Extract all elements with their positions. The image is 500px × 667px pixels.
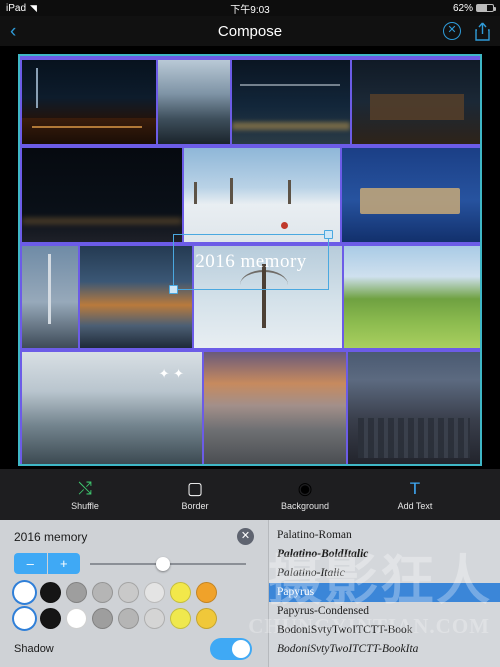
device-label: iPad bbox=[6, 2, 27, 14]
color-swatch[interactable] bbox=[66, 608, 87, 629]
color-swatch-row-1 bbox=[14, 582, 258, 603]
text-editor-panel: 2016 memory ✕ – + Shadow Palatino-Roman … bbox=[0, 520, 500, 667]
app-root: iPad ◥ 下午9:03 62% ‹ Compose ✕ ✦ ✦ 2016 m… bbox=[0, 0, 500, 667]
color-swatch[interactable] bbox=[196, 582, 217, 603]
photo-dark-horizon-glow[interactable] bbox=[22, 148, 182, 242]
photo-bridge-night-harbor[interactable] bbox=[232, 60, 350, 144]
compose-toolbar: ⤭ Shuffle ▢ Border ◉ Background T Add Te… bbox=[0, 468, 500, 520]
text-editor-close-icon[interactable]: ✕ bbox=[237, 528, 254, 545]
close-icon[interactable]: ✕ bbox=[443, 22, 461, 40]
add-text-icon: T bbox=[409, 479, 421, 498]
wifi-icon: ◥ bbox=[30, 2, 37, 13]
color-swatch[interactable] bbox=[66, 582, 87, 603]
font-size-decrease-button[interactable]: – bbox=[14, 553, 48, 574]
page-title: Compose bbox=[217, 22, 283, 40]
background-label: Background bbox=[280, 501, 330, 511]
status-left: iPad ◥ bbox=[6, 3, 37, 14]
color-swatch-row-2 bbox=[14, 608, 258, 629]
resize-handle-bottom-left[interactable] bbox=[169, 285, 178, 294]
color-swatch[interactable] bbox=[92, 582, 113, 603]
color-swatch[interactable] bbox=[170, 608, 191, 629]
border-button[interactable]: ▢ Border bbox=[162, 478, 228, 511]
background-button[interactable]: ◉ Background bbox=[272, 478, 338, 511]
shuffle-label: Shuffle bbox=[71, 501, 99, 511]
text-editor-controls: 2016 memory ✕ – + Shadow bbox=[0, 520, 268, 667]
add-text-label: Add Text bbox=[397, 501, 433, 511]
status-bar: iPad ◥ 下午9:03 62% bbox=[0, 0, 500, 16]
font-list[interactable]: Palatino-Roman Palatino-BoldItalic Palat… bbox=[268, 520, 500, 667]
photo-mountain-lake-dusk[interactable] bbox=[158, 60, 230, 144]
font-list-item[interactable]: Palatino-BoldItalic bbox=[269, 545, 500, 564]
color-swatch[interactable] bbox=[40, 608, 61, 629]
color-swatch[interactable] bbox=[144, 608, 165, 629]
text-editor-title: 2016 memory bbox=[14, 529, 88, 544]
shuffle-button[interactable]: ⤭ Shuffle bbox=[52, 478, 118, 511]
font-size-stepper[interactable]: – + bbox=[14, 553, 80, 574]
color-swatch[interactable] bbox=[144, 582, 165, 603]
photo-temple-night[interactable] bbox=[352, 60, 480, 144]
font-list-item[interactable]: Palatino-Roman bbox=[269, 526, 500, 545]
color-swatch[interactable] bbox=[40, 582, 61, 603]
shuffle-icon: ⤭ bbox=[78, 479, 92, 498]
font-size-slider-knob[interactable] bbox=[155, 556, 170, 571]
shadow-toggle[interactable] bbox=[210, 638, 252, 660]
collage-frame[interactable]: ✦ ✦ 2016 memory bbox=[18, 54, 482, 466]
battery-icon bbox=[476, 4, 496, 12]
color-swatch[interactable] bbox=[170, 582, 191, 603]
photo-rooftop-sunset[interactable] bbox=[204, 352, 346, 464]
shadow-row: Shadow bbox=[14, 638, 258, 660]
share-icon[interactable] bbox=[475, 22, 490, 41]
status-right: 62% bbox=[452, 2, 496, 14]
nav-bar: ‹ Compose ✕ bbox=[0, 16, 500, 46]
photo-snow-field-trees[interactable] bbox=[184, 148, 340, 242]
font-list-item[interactable]: Palatino-Italic bbox=[269, 564, 500, 583]
color-swatch[interactable] bbox=[14, 608, 35, 629]
color-swatch[interactable] bbox=[118, 582, 139, 603]
battery-percent-label: 62% bbox=[452, 2, 473, 14]
border-label: Border bbox=[181, 501, 209, 511]
font-list-item-selected[interactable]: Papyrus bbox=[269, 583, 500, 602]
nav-right-actions: ✕ bbox=[443, 22, 490, 41]
photo-city-night-river[interactable] bbox=[22, 60, 156, 144]
back-button[interactable]: ‹ bbox=[10, 22, 16, 41]
canvas-text-overlay[interactable]: 2016 memory bbox=[169, 230, 333, 294]
color-swatch[interactable] bbox=[92, 608, 113, 629]
font-list-item[interactable]: Papyrus-Condensed bbox=[269, 602, 500, 621]
photo-street-pole-sky[interactable] bbox=[22, 246, 78, 348]
resize-handle-top-right[interactable] bbox=[324, 230, 333, 239]
font-list-item[interactable]: BodoniSvtyTwoITCTT-Book bbox=[269, 621, 500, 640]
font-size-increase-button[interactable]: + bbox=[48, 553, 81, 574]
text-editor-header: 2016 memory ✕ bbox=[14, 528, 258, 545]
border-square-icon: ▢ bbox=[186, 479, 204, 498]
delete-handle[interactable] bbox=[281, 222, 288, 229]
collage-canvas[interactable]: ✦ ✦ 2016 memory bbox=[0, 46, 500, 468]
status-clock: 下午9:03 bbox=[230, 4, 270, 16]
font-list-item[interactable]: BodoniSvtyTwoITCTT-BookIta bbox=[269, 640, 500, 659]
color-swatch[interactable] bbox=[14, 582, 35, 603]
photo-green-hills-field[interactable] bbox=[344, 246, 480, 348]
add-text-button[interactable]: T Add Text bbox=[382, 478, 448, 511]
color-swatch[interactable] bbox=[118, 608, 139, 629]
photo-coastal-cliff-sea[interactable]: ✦ ✦ bbox=[22, 352, 202, 464]
photo-city-skyline-dusk[interactable] bbox=[348, 352, 480, 464]
canvas-text-value: 2016 memory bbox=[195, 251, 307, 272]
palette-icon: ◉ bbox=[297, 479, 313, 498]
color-swatch[interactable] bbox=[196, 608, 217, 629]
shadow-label: Shadow bbox=[14, 643, 54, 655]
font-size-slider[interactable] bbox=[90, 555, 246, 573]
font-size-row: – + bbox=[14, 553, 258, 574]
photo-palace-blue-night[interactable] bbox=[342, 148, 480, 242]
